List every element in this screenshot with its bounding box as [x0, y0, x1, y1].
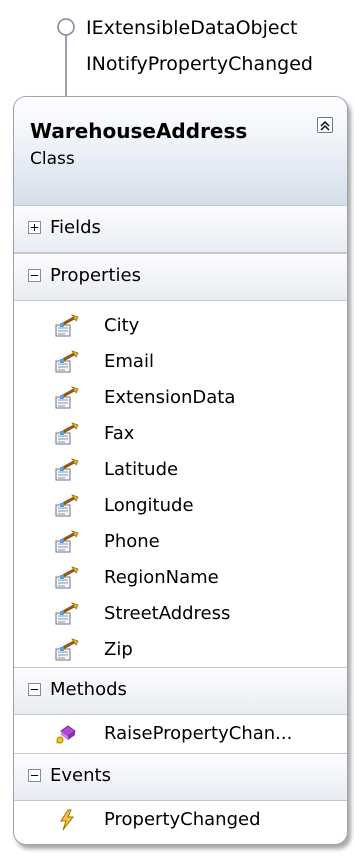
- collapse-icon[interactable]: [28, 683, 41, 696]
- section-label: Fields: [50, 217, 101, 238]
- expand-icon[interactable]: [28, 221, 41, 234]
- property-item[interactable]: Phone: [14, 525, 347, 561]
- property-item[interactable]: Longitude: [14, 489, 347, 525]
- section-header-fields[interactable]: Fields: [14, 205, 347, 253]
- member-label: PropertyChanged: [104, 809, 261, 830]
- method-item[interactable]: RaisePropertyChan...: [14, 717, 347, 753]
- interface-lollipop: [57, 18, 75, 96]
- interface-label: INotifyPropertyChanged: [86, 53, 313, 75]
- interface-label: IExtensibleDataObject: [86, 17, 298, 39]
- property-item[interactable]: Zip: [14, 633, 347, 669]
- member-label: Longitude: [104, 495, 194, 516]
- section-header-methods[interactable]: Methods: [14, 667, 347, 715]
- class-shape[interactable]: WarehouseAddress Class Fields Properties…: [13, 96, 348, 845]
- property-item[interactable]: RegionName: [14, 561, 347, 597]
- class-name: WarehouseAddress: [30, 119, 248, 143]
- property-icon: [55, 494, 79, 517]
- section-header-events[interactable]: Events: [14, 753, 347, 801]
- property-item[interactable]: City: [14, 309, 347, 345]
- method-icon: [56, 725, 76, 744]
- member-label: Latitude: [104, 459, 179, 480]
- class-stereotype: Class: [30, 149, 75, 169]
- property-item[interactable]: StreetAddress: [14, 597, 347, 633]
- section-label: Events: [50, 765, 111, 786]
- property-icon: [55, 314, 79, 337]
- collapse-icon[interactable]: [28, 769, 41, 782]
- property-icon: [55, 530, 79, 553]
- property-icon: [55, 458, 79, 481]
- section-label: Properties: [50, 265, 141, 286]
- collapse-button[interactable]: [317, 117, 333, 133]
- property-icon: [55, 386, 79, 409]
- lightning-bolt-icon: [60, 809, 75, 831]
- property-icon: [55, 422, 79, 445]
- section-label: Methods: [50, 679, 127, 700]
- member-label: City: [104, 315, 140, 336]
- section-header-properties[interactable]: Properties: [14, 253, 347, 301]
- property-item[interactable]: ExtensionData: [14, 381, 347, 417]
- property-item[interactable]: Fax: [14, 417, 347, 453]
- member-label: RegionName: [104, 567, 219, 588]
- member-label: Zip: [104, 639, 133, 660]
- double-chevron-up-icon: [320, 121, 330, 131]
- property-item[interactable]: Email: [14, 345, 347, 381]
- event-item[interactable]: PropertyChanged: [14, 803, 347, 839]
- member-label: StreetAddress: [104, 603, 231, 624]
- collapse-icon[interactable]: [28, 269, 41, 282]
- property-icon: [55, 602, 79, 625]
- member-label: ExtensionData: [104, 387, 236, 408]
- property-icon: [55, 638, 79, 661]
- member-label: Phone: [104, 531, 160, 552]
- property-item[interactable]: Latitude: [14, 453, 347, 489]
- member-label: Fax: [104, 423, 135, 444]
- member-label: Email: [104, 351, 154, 372]
- member-label: RaisePropertyChan...: [104, 723, 293, 744]
- class-header: WarehouseAddress Class: [14, 97, 347, 205]
- property-icon: [55, 350, 79, 373]
- property-icon: [55, 566, 79, 589]
